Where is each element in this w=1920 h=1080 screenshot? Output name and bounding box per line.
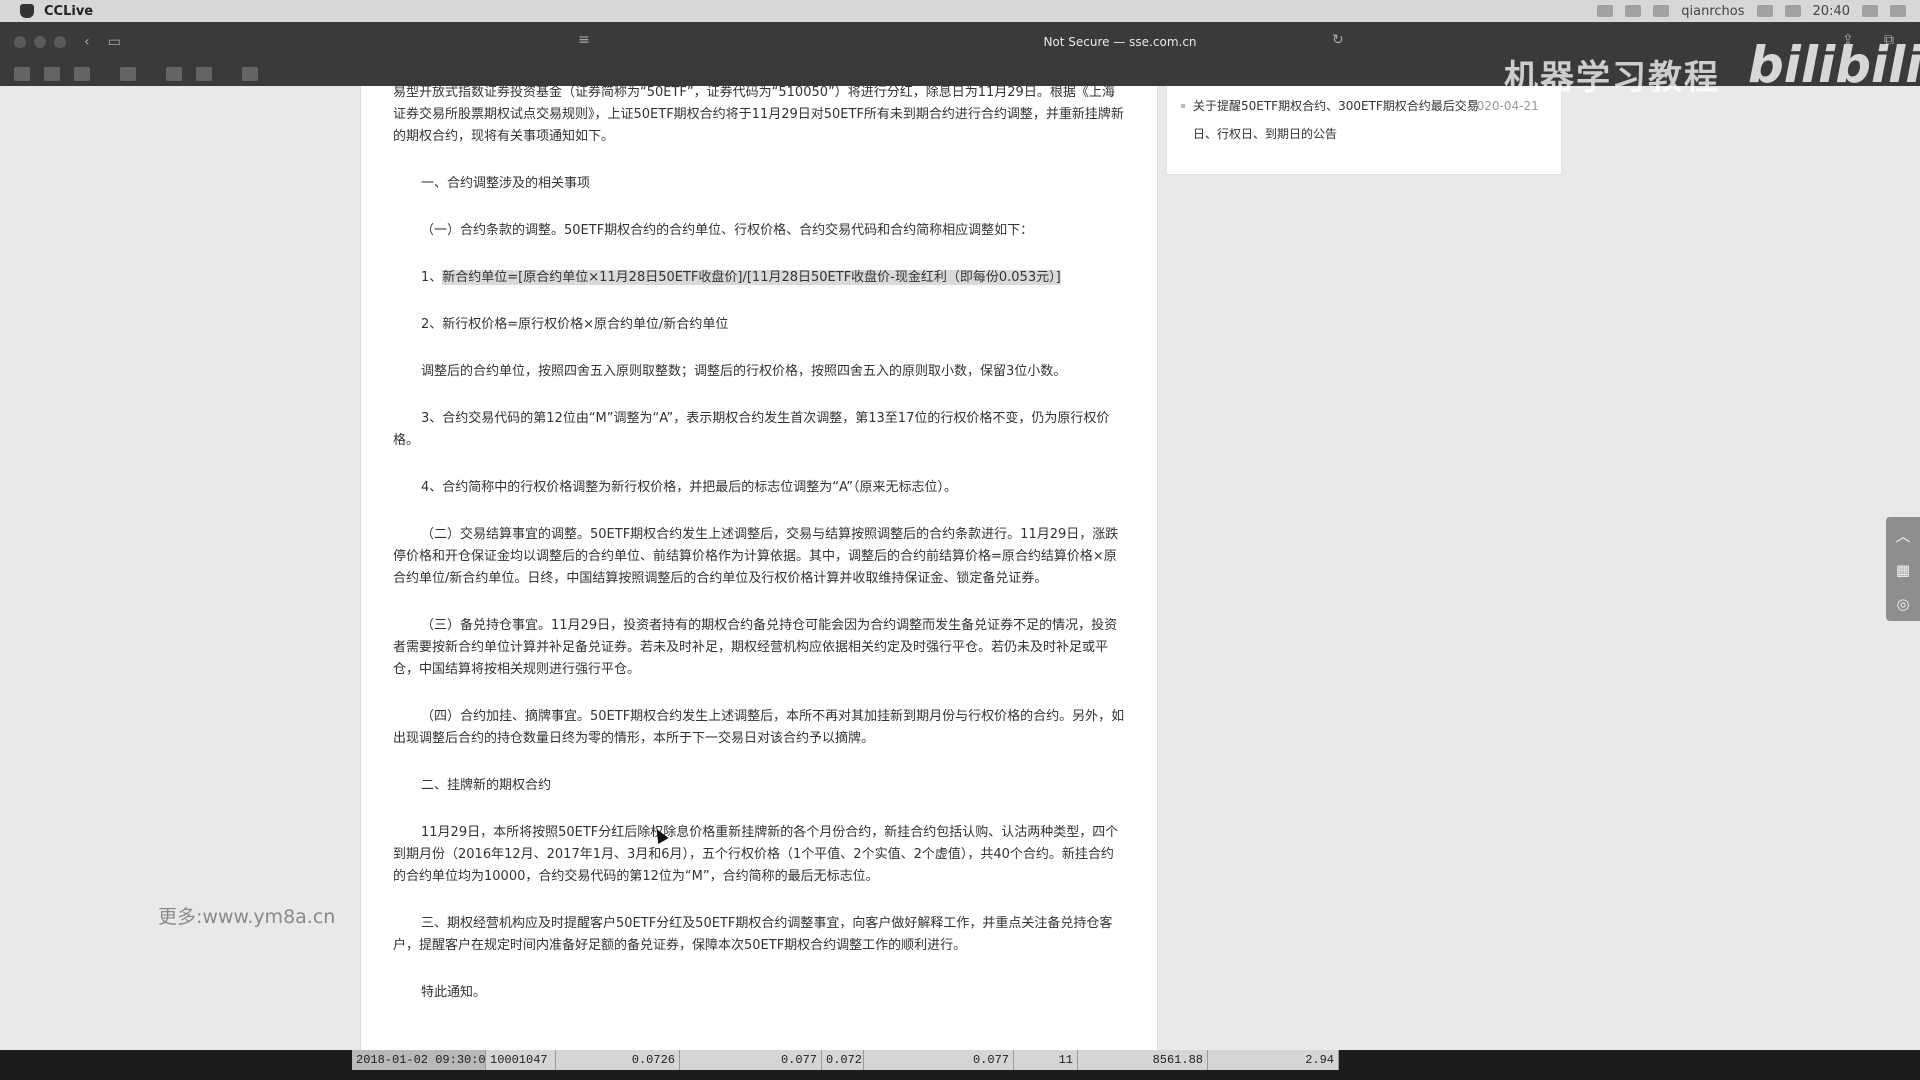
bookmark-icon[interactable] [14,67,30,81]
data-cell-datetime: 2018-01-02 09:30:00 [352,1050,486,1070]
article-paragraph: 4、合约简称中的行权价格调整为新行权价格，并把最后的标志位调整为“A”（原来无标… [421,480,958,495]
minimize-window-button[interactable] [34,36,46,48]
related-notice-link[interactable]: 关于提醒50ETF期权合约、300ETF期权合约最后交易日、行权日、到期日的公告 [1181,92,1483,148]
wifi-icon[interactable] [1756,5,1773,17]
data-cell: 0.0726 [556,1050,680,1070]
bookmark-icon[interactable] [196,67,212,81]
watermark-title: 机器学习教程 [1504,58,1720,98]
back-arrow-icon[interactable]: ‹ [84,34,90,50]
reload-icon[interactable]: ↻ [1332,32,1344,48]
macos-menubar: CCLive qianrchos 20:40 [0,0,1920,22]
watermark-site: 更多:www.ym8a.cn [158,906,336,928]
search-icon[interactable] [1862,5,1878,17]
article-paragraph: （一）合约条款的调整。50ETF期权合约的合约单位、行权价格、合约交易代码和合约… [421,223,1034,238]
data-cell: 0.077 [864,1050,1014,1070]
data-cell: 2.94 [1208,1050,1339,1070]
menubar-user[interactable]: qianrchos [1681,4,1744,19]
article-paragraph: 三、期权经营机构应及时提醒客户50ETF分红及50ETF期权合约调整事宜，向客户… [393,916,1113,953]
bookmark-icon[interactable] [74,67,90,81]
article-paragraph: 3、合约交易代码的第12位由“M”调整为“A”，表示期权合约发生首次调整，第13… [393,411,1110,448]
menubar-status-area: qianrchos 20:40 [1597,4,1920,19]
data-cell: 8561.88 [1078,1050,1208,1070]
article-paragraph: 调整后的合约单位，按照四舍五入原则取整数；调整后的行权价格，按照四舍五入的原则取… [421,364,1067,379]
status-icon[interactable] [1653,5,1670,17]
article-closing: 特此通知。 [421,985,487,1000]
bookmark-icon[interactable] [44,67,60,81]
section-heading: 一、合约调整涉及的相关事项 [421,176,591,191]
article-content: 易型开放式指数证券投资基金（证券简称为“50ETF”，证券代码为“510050”… [393,86,1125,1029]
address-text: Not Secure — sse.com.cn [1043,35,1197,49]
close-window-button[interactable] [14,36,26,48]
article-paragraph: 2、新行权价格=原行权价格×原合约单位/新合约单位 [421,317,729,332]
article-paragraph: （二）交易结算事宜的调整。50ETF期权合约发生上述调整后，交易与结算按照调整后… [393,527,1119,586]
highlighted-formula[interactable]: 新合约单位=[原合约单位×11月28日50ETF收盘价]/[11月28日50ET… [442,270,1061,285]
apple-menu-icon[interactable] [20,4,34,18]
bilibili-logo: bilibili [1748,36,1920,94]
bookmark-icon[interactable] [242,67,258,81]
qrcode-icon[interactable]: ▦ [1896,561,1910,579]
zoom-window-button[interactable] [54,36,66,48]
bookmark-icon[interactable] [120,67,136,81]
sidebar-toggle-icon[interactable]: ▭ [108,34,121,50]
article-paragraph: （三）备兑持仓事宜。11月29日，投资者持有的期权合约备兑持仓可能会因为合约调整… [393,618,1118,677]
chevron-up-icon[interactable]: ︿ [1895,525,1910,546]
battery-icon[interactable] [1784,5,1801,17]
reader-view-icon[interactable]: ≡ [578,32,590,48]
status-icon[interactable] [1625,5,1642,17]
app-name[interactable]: CCLive [44,4,93,19]
data-cell: 10001047 [486,1050,556,1070]
menubar-clock[interactable]: 20:40 [1813,4,1850,19]
formula-paragraph: 1、新合约单位=[原合约单位×11月28日50ETF收盘价]/[11月28日50… [393,267,1125,289]
data-cell: 11 [1014,1050,1078,1070]
related-notices-panel: 关于提醒50ETF期权合约、300ETF期权合约最后交易日、行权日、到期日的公告… [1166,86,1562,175]
article-panel: 易型开放式指数证券投资基金（证券简称为“50ETF”，证券代码为“510050”… [360,86,1158,1050]
floating-toolbar: ︿ ▦ ◎ [1886,517,1920,621]
status-icon[interactable] [1597,5,1614,17]
section-heading: 二、挂牌新的期权合约 [421,778,552,793]
data-table-row: 2018-01-02 09:30:00 10001047 0.0726 0.07… [352,1050,1339,1070]
control-center-icon[interactable] [1890,5,1906,17]
article-paragraph: 易型开放式指数证券投资基金（证券简称为“50ETF”，证券代码为“510050”… [393,86,1124,144]
formula-number: 1、 [421,270,443,285]
data-cell: 0.077 [680,1050,822,1070]
data-cell: 0.0726 [822,1050,864,1070]
bookmark-icon[interactable] [166,67,182,81]
article-paragraph: 11月29日，本所将按照50ETF分红后除权除息价格重新挂牌新的各个月份合约，新… [393,825,1119,884]
wechat-icon[interactable]: ◎ [1896,595,1909,613]
address-bar[interactable]: Not Secure — sse.com.cn [790,29,1450,55]
article-paragraph: （四）合约加挂、摘牌事宜。50ETF期权合约发生上述调整后，本所不再对其加挂新到… [393,709,1125,746]
